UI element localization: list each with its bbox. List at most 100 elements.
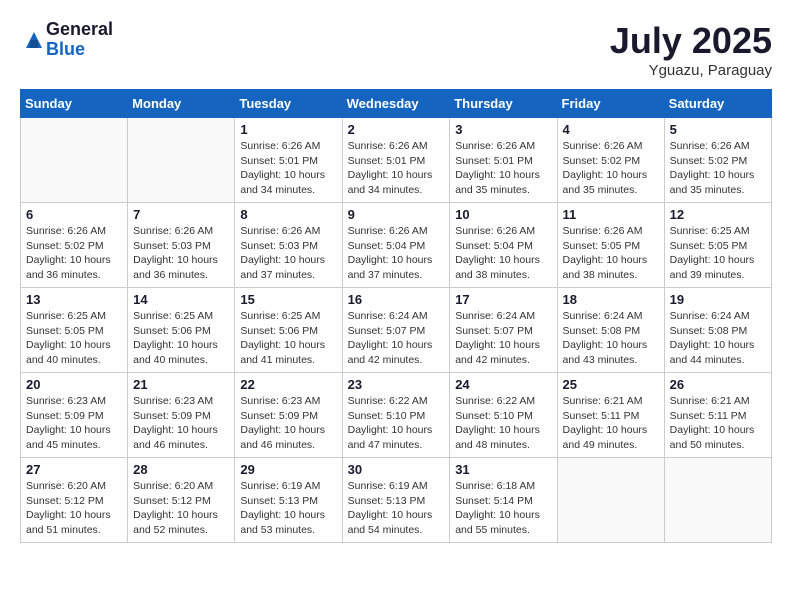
- calendar-cell: 8 Sunrise: 6:26 AM Sunset: 5:03 PM Daylig…: [235, 203, 342, 288]
- day-number: 2: [348, 122, 445, 137]
- calendar-cell: [21, 118, 128, 203]
- day-info: Sunrise: 6:24 AM Sunset: 5:08 PM Dayligh…: [670, 309, 766, 368]
- day-info: Sunrise: 6:21 AM Sunset: 5:11 PM Dayligh…: [563, 394, 659, 453]
- calendar-cell: 9 Sunrise: 6:26 AM Sunset: 5:04 PM Daylig…: [342, 203, 450, 288]
- day-info: Sunrise: 6:18 AM Sunset: 5:14 PM Dayligh…: [455, 479, 551, 538]
- day-number: 21: [133, 377, 229, 392]
- calendar-cell: 4 Sunrise: 6:26 AM Sunset: 5:02 PM Daylig…: [557, 118, 664, 203]
- day-info: Sunrise: 6:19 AM Sunset: 5:13 PM Dayligh…: [348, 479, 445, 538]
- day-number: 18: [563, 292, 659, 307]
- day-number: 4: [563, 122, 659, 137]
- calendar-cell: 14 Sunrise: 6:25 AM Sunset: 5:06 PM Dayli…: [128, 288, 235, 373]
- calendar-cell: [664, 458, 771, 543]
- day-info: Sunrise: 6:23 AM Sunset: 5:09 PM Dayligh…: [133, 394, 229, 453]
- day-number: 31: [455, 462, 551, 477]
- day-number: 29: [240, 462, 336, 477]
- day-header-sunday: Sunday: [21, 90, 128, 118]
- calendar-cell: 31 Sunrise: 6:18 AM Sunset: 5:14 PM Dayli…: [450, 458, 557, 543]
- day-number: 19: [670, 292, 766, 307]
- day-header-tuesday: Tuesday: [235, 90, 342, 118]
- logo-icon: [22, 28, 46, 52]
- day-number: 15: [240, 292, 336, 307]
- calendar-cell: 18 Sunrise: 6:24 AM Sunset: 5:08 PM Dayli…: [557, 288, 664, 373]
- calendar-cell: 28 Sunrise: 6:20 AM Sunset: 5:12 PM Dayli…: [128, 458, 235, 543]
- day-number: 11: [563, 207, 659, 222]
- day-number: 3: [455, 122, 551, 137]
- day-info: Sunrise: 6:26 AM Sunset: 5:04 PM Dayligh…: [348, 224, 445, 283]
- day-info: Sunrise: 6:26 AM Sunset: 5:01 PM Dayligh…: [348, 139, 445, 198]
- calendar-table: SundayMondayTuesdayWednesdayThursdayFrid…: [20, 89, 772, 543]
- day-info: Sunrise: 6:26 AM Sunset: 5:05 PM Dayligh…: [563, 224, 659, 283]
- logo: General Blue: [20, 20, 113, 60]
- day-info: Sunrise: 6:26 AM Sunset: 5:03 PM Dayligh…: [240, 224, 336, 283]
- day-number: 6: [26, 207, 122, 222]
- day-number: 13: [26, 292, 122, 307]
- calendar-cell: 27Sunrise: 6:20 AM Sunset: 5:12 PM Dayli…: [21, 458, 128, 543]
- day-info: Sunrise: 6:22 AM Sunset: 5:10 PM Dayligh…: [455, 394, 551, 453]
- calendar-cell: 13 Sunrise: 6:25 AM Sunset: 5:05 PM Dayli…: [21, 288, 128, 373]
- calendar-cell: 2 Sunrise: 6:26 AM Sunset: 5:01 PM Daylig…: [342, 118, 450, 203]
- day-number: 12: [670, 207, 766, 222]
- week-row-5: 27 Sunrise: 6:20 AM Sunset: 5:12 PM Dayli…: [21, 458, 772, 543]
- day-info: Sunrise: 6:25 AM Sunset: 5:05 PM Dayligh…: [670, 224, 766, 283]
- day-header-monday: Monday: [128, 90, 235, 118]
- day-number: 20: [26, 377, 122, 392]
- month-title: July 2025: [610, 20, 772, 62]
- calendar-cell: 21 Sunrise: 6:23 AM Sunset: 5:09 PM Dayli…: [128, 373, 235, 458]
- calendar-cell: 24Sunrise: 6:22 AM Sunset: 5:10 PM Dayli…: [450, 373, 557, 458]
- calendar-cell: 3 Sunrise: 6:26 AM Sunset: 5:01 PM Daylig…: [450, 118, 557, 203]
- day-number: 28: [133, 462, 229, 477]
- day-header-thursday: Thursday: [450, 90, 557, 118]
- day-info: Sunrise: 6:25 AM Sunset: 5:05 PM Dayligh…: [26, 309, 122, 368]
- day-number: 9: [348, 207, 445, 222]
- logo-blue: Blue: [46, 40, 113, 60]
- calendar-cell: 26 Sunrise: 6:21 AM Sunset: 5:11 PM Dayli…: [664, 373, 771, 458]
- calendar-cell: 7Sunrise: 6:26 AM Sunset: 5:03 PM Daylig…: [128, 203, 235, 288]
- calendar-header-row: SundayMondayTuesdayWednesdayThursdayFrid…: [21, 90, 772, 118]
- day-info: Sunrise: 6:19 AM Sunset: 5:13 PM Dayligh…: [240, 479, 336, 538]
- day-info: Sunrise: 6:26 AM Sunset: 5:03 PM Dayligh…: [133, 224, 229, 283]
- calendar-cell: 12 Sunrise: 6:25 AM Sunset: 5:05 PM Dayli…: [664, 203, 771, 288]
- week-row-3: 13 Sunrise: 6:25 AM Sunset: 5:05 PM Dayli…: [21, 288, 772, 373]
- day-info: Sunrise: 6:25 AM Sunset: 5:06 PM Dayligh…: [133, 309, 229, 368]
- day-number: 10: [455, 207, 551, 222]
- day-info: Sunrise: 6:25 AM Sunset: 5:06 PM Dayligh…: [240, 309, 336, 368]
- calendar-cell: 25 Sunrise: 6:21 AM Sunset: 5:11 PM Dayli…: [557, 373, 664, 458]
- calendar-cell: 16Sunrise: 6:24 AM Sunset: 5:07 PM Dayli…: [342, 288, 450, 373]
- calendar-cell: 17Sunrise: 6:24 AM Sunset: 5:07 PM Dayli…: [450, 288, 557, 373]
- day-number: 23: [348, 377, 445, 392]
- day-number: 1: [240, 122, 336, 137]
- calendar-cell: 11 Sunrise: 6:26 AM Sunset: 5:05 PM Dayli…: [557, 203, 664, 288]
- calendar-cell: 22Sunrise: 6:23 AM Sunset: 5:09 PM Dayli…: [235, 373, 342, 458]
- day-info: Sunrise: 6:26 AM Sunset: 5:04 PM Dayligh…: [455, 224, 551, 283]
- day-number: 27: [26, 462, 122, 477]
- day-info: Sunrise: 6:23 AM Sunset: 5:09 PM Dayligh…: [240, 394, 336, 453]
- logo-text: General Blue: [46, 20, 113, 60]
- calendar-cell: 29 Sunrise: 6:19 AM Sunset: 5:13 PM Dayli…: [235, 458, 342, 543]
- day-info: Sunrise: 6:26 AM Sunset: 5:02 PM Dayligh…: [670, 139, 766, 198]
- day-header-saturday: Saturday: [664, 90, 771, 118]
- day-info: Sunrise: 6:26 AM Sunset: 5:01 PM Dayligh…: [455, 139, 551, 198]
- calendar-cell: 1 Sunrise: 6:26 AM Sunset: 5:01 PM Daylig…: [235, 118, 342, 203]
- day-info: Sunrise: 6:24 AM Sunset: 5:07 PM Dayligh…: [348, 309, 445, 368]
- day-info: Sunrise: 6:21 AM Sunset: 5:11 PM Dayligh…: [670, 394, 766, 453]
- calendar-cell: 6Sunrise: 6:26 AM Sunset: 5:02 PM Daylig…: [21, 203, 128, 288]
- calendar-cell: 19 Sunrise: 6:24 AM Sunset: 5:08 PM Dayli…: [664, 288, 771, 373]
- day-info: Sunrise: 6:24 AM Sunset: 5:07 PM Dayligh…: [455, 309, 551, 368]
- day-info: Sunrise: 6:20 AM Sunset: 5:12 PM Dayligh…: [133, 479, 229, 538]
- location: Yguazu, Paraguay: [610, 62, 772, 79]
- day-info: Sunrise: 6:24 AM Sunset: 5:08 PM Dayligh…: [563, 309, 659, 368]
- calendar-cell: 30Sunrise: 6:19 AM Sunset: 5:13 PM Dayli…: [342, 458, 450, 543]
- day-number: 25: [563, 377, 659, 392]
- day-number: 8: [240, 207, 336, 222]
- week-row-4: 20 Sunrise: 6:23 AM Sunset: 5:09 PM Dayli…: [21, 373, 772, 458]
- logo-general: General: [46, 20, 113, 40]
- day-number: 26: [670, 377, 766, 392]
- day-info: Sunrise: 6:26 AM Sunset: 5:02 PM Dayligh…: [563, 139, 659, 198]
- day-info: Sunrise: 6:22 AM Sunset: 5:10 PM Dayligh…: [348, 394, 445, 453]
- day-info: Sunrise: 6:26 AM Sunset: 5:01 PM Dayligh…: [240, 139, 336, 198]
- week-row-1: 1 Sunrise: 6:26 AM Sunset: 5:01 PM Daylig…: [21, 118, 772, 203]
- day-number: 5: [670, 122, 766, 137]
- day-number: 14: [133, 292, 229, 307]
- calendar-cell: 10 Sunrise: 6:26 AM Sunset: 5:04 PM Dayli…: [450, 203, 557, 288]
